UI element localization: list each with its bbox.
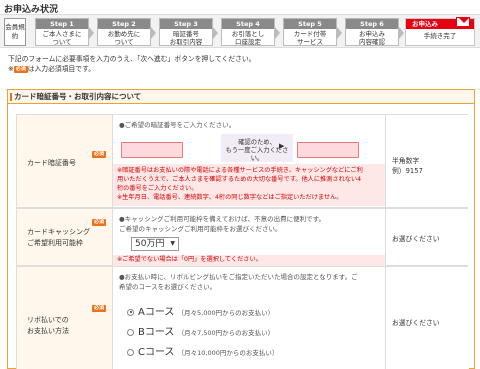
step-number: Step 3 <box>160 19 212 29</box>
step-6: Step 6 お申込み 内容確認 <box>345 18 404 46</box>
pin-note: 半角数字 例）9157 <box>385 115 469 207</box>
course-c-option[interactable]: Cコース （月々10,000円からのお支払い） <box>127 343 278 358</box>
required-badge: 必須 <box>91 305 106 312</box>
required-badge: 必須 <box>91 219 106 226</box>
required-badge: 必須 <box>91 151 106 158</box>
pin-hint: ●ご希望の暗証番号をご入力ください。 <box>119 121 236 129</box>
cashing-row: カードキャッシング ご希望利用可能枠 必須 ●キャッシングご利用可能枠を備えてお… <box>16 208 469 266</box>
step-membership-terms: 会員規約 <box>4 18 26 46</box>
step-label: お申込み 内容確認 <box>359 30 385 46</box>
step-number: Step 6 <box>346 19 398 29</box>
arrow-right-icon: ▶ <box>279 142 285 150</box>
pin-warning: ※暗証番号はお支払いの際や電話による各種サービスの手続き、キャッシングなどにご利… <box>113 164 385 206</box>
pin-confirm-input[interactable] <box>297 142 359 158</box>
step-3: Step 3 暗証番号 お取引内容 <box>159 18 218 46</box>
radio-selected[interactable] <box>127 308 134 316</box>
step-label: ご本人さまに ついて <box>42 30 82 46</box>
step-label: お引落とし 口座設定 <box>231 30 265 46</box>
revolving-label: リボ払いでの お支払い方法 必須 <box>17 267 113 369</box>
revolving-note: お選びください <box>385 267 469 369</box>
pin-fields: ●ご希望の暗証番号をご入力ください。 確認のため、 もう一度ご入力ください。 ▶ … <box>113 115 385 207</box>
mail-icon <box>456 17 470 27</box>
cashing-hint: ●キャッシングご利用可能枠を備えておけば、不意の出費に便利です。 ご希望のキャッ… <box>119 215 326 233</box>
revolving-row: リボ払いでの お支払い方法 必須 ●お支払い時に、リボルビング払いをご指定いただ… <box>16 266 469 369</box>
cashing-limit-select[interactable]: 50万円 ▼ <box>131 237 179 251</box>
revolving-fields: ●お支払い時に、リボルビング払いをご指定いただいた場合の設定となります。ご 希望… <box>113 267 385 369</box>
required-badge: 必須 <box>13 65 28 73</box>
chevron-down-icon: ▼ <box>170 240 175 247</box>
panel-title: カード暗証番号・お取引内容について <box>8 90 474 104</box>
course-b-option[interactable]: Bコース （月々7,500円からのお支払い） <box>127 323 274 338</box>
cashing-label: カードキャッシング ご希望利用可能枠 必須 <box>17 209 113 265</box>
step-label: 暗証番号 お取引内容 <box>169 30 203 46</box>
step-number: Step 1 <box>36 19 88 29</box>
pin-row: カード暗証番号 必須 ●ご希望の暗証番号をご入力ください。 確認のため、 もう一度… <box>16 114 469 208</box>
step-label: お勤め先に ついて <box>107 30 141 46</box>
step-final-label: 手続き完了 <box>423 32 457 40</box>
step-complete: お申込み 手続き完了 <box>405 17 475 46</box>
step-5: Step 5 カード付帯 サービス <box>283 18 342 46</box>
step-label: カード付帯 サービス <box>293 30 327 46</box>
radio-unselected[interactable] <box>127 348 134 356</box>
progress-steps: 会員規約 Step 1 ご本人さまに ついて Step 2 お勤め先に ついて St… <box>0 14 480 48</box>
intro-text: 下記のフォームに必要事項を入力のうえ、「次へ進む」ボタンを押してください。 <box>8 55 256 63</box>
pin-label: カード暗証番号 必須 <box>17 115 113 207</box>
step-number: Step 4 <box>222 19 274 29</box>
cashing-note: お選びください <box>385 209 469 265</box>
required-note: ※ 必須 は入力必須項目です。 <box>8 65 96 73</box>
step-4: Step 4 お引落とし 口座設定 <box>221 18 280 46</box>
step-number: Step 5 <box>284 19 336 29</box>
course-a-option[interactable]: Aコース （月々5,000円からのお支払い） <box>127 303 274 318</box>
pin-input[interactable] <box>121 142 183 158</box>
radio-unselected[interactable] <box>127 328 134 336</box>
step-number: Step 2 <box>98 19 150 29</box>
cashing-fields: ●キャッシングご利用可能枠を備えておけば、不意の出費に便利です。 ご希望のキャッ… <box>113 209 385 266</box>
step-1: Step 1 ご本人さまに ついて <box>35 18 94 46</box>
form-panel: カード暗証番号・お取引内容について カード暗証番号 必須 ●ご希望の暗証番号をご… <box>7 89 475 369</box>
cashing-warning: ※ご希望でない場合は「0円」を選択してください。 <box>113 255 385 266</box>
step-2: Step 2 お勤め先に ついて <box>97 18 156 46</box>
revolving-hint: ●お支払い時に、リボルビング払いをご指定いただいた場合の設定となります。ご 希望… <box>119 273 358 291</box>
